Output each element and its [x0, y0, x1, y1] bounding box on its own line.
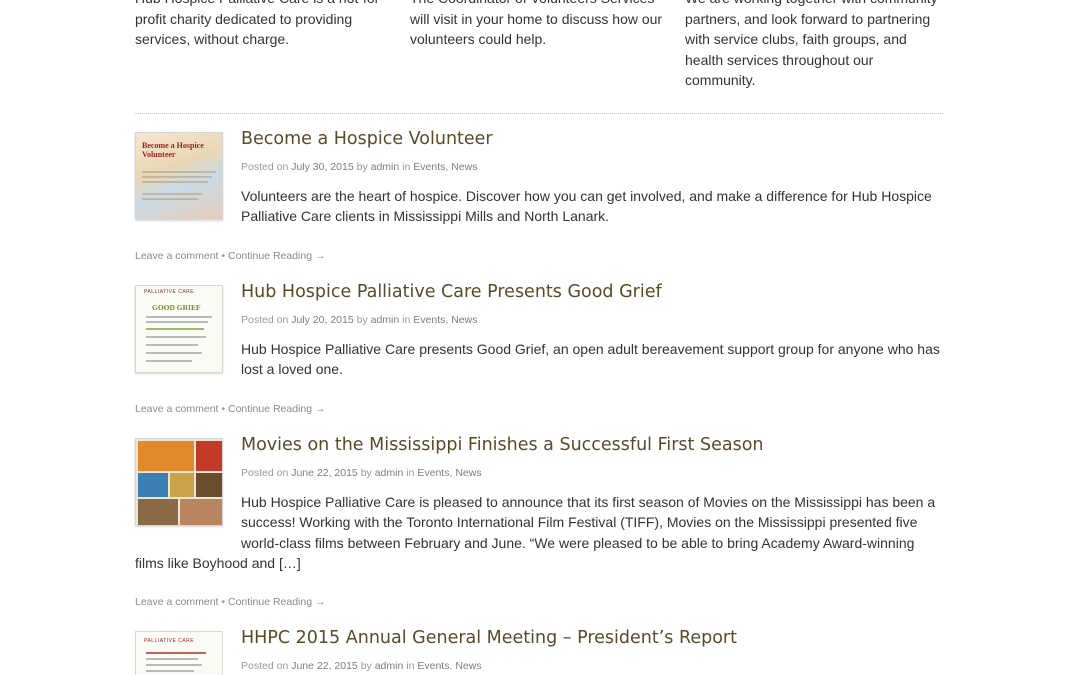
post-title-link[interactable]: Movies on the Mississippi Finishes a Suc… — [241, 435, 764, 455]
thumbnail-text-line — [142, 176, 212, 178]
thumbnail-text-line — [146, 652, 206, 654]
thumbnail-header: PALLIATIVE CARE — [144, 289, 195, 295]
continue-reading-link[interactable]: Continue Reading → — [228, 596, 325, 608]
leave-comment-link[interactable]: Leave a comment — [135, 403, 218, 415]
intro-column-3-text: We are working together with community p… — [685, 0, 938, 88]
page: Hub Hospice Palliative Care is a not-for… — [0, 0, 1080, 675]
post-footer: Leave a comment • Continue Reading → — [135, 250, 325, 262]
thumbnail-text-line — [146, 321, 208, 323]
thumbnail-text-line — [146, 336, 206, 338]
post-date-link[interactable]: June 22, 2015 — [291, 660, 358, 672]
post-footer: Leave a comment • Continue Reading → — [135, 403, 325, 415]
in-label: in — [406, 467, 415, 479]
post-meta: Posted on July 20, 2015 by admin in Even… — [241, 314, 478, 326]
thumbnail-text-line — [142, 171, 216, 173]
post-meta: Posted on June 22, 2015 by admin in Even… — [241, 467, 482, 479]
post-date-link[interactable]: July 20, 2015 — [291, 314, 353, 326]
category-link-news[interactable]: News — [455, 660, 481, 672]
post-date-link[interactable]: July 30, 2015 — [291, 161, 353, 173]
thumbnail-caption: Become a Hospice Volunteer — [142, 141, 204, 159]
posted-on-label: Posted on — [241, 161, 289, 173]
post-excerpt-text: Volunteers are the heart of hospice. Dis… — [241, 188, 932, 225]
by-label: by — [360, 660, 372, 672]
thumbnail-text-line — [146, 316, 212, 318]
in-label: in — [406, 660, 415, 672]
category-link-events[interactable]: Events — [417, 660, 449, 672]
section-divider — [135, 113, 943, 114]
post-meta: Posted on June 22, 2015 by admin in Even… — [241, 660, 482, 672]
thumbnail-poster-block — [196, 441, 222, 471]
intro-column-2: The Coordinator of Volunteers Services w… — [410, 0, 672, 50]
posted-on-label: Posted on — [241, 467, 289, 479]
category-link-events[interactable]: Events — [413, 161, 445, 173]
post-excerpt-text: Hub Hospice Palliative Care presents Goo… — [241, 341, 940, 378]
intro-column-2-text: The Coordinator of Volunteers Services w… — [410, 0, 663, 47]
intro-column-3: We are working together with community p… — [685, 0, 947, 91]
separator: • — [221, 250, 226, 262]
post-thumbnail[interactable]: PALLIATIVE CARE — [135, 631, 223, 675]
post-title-link[interactable]: Become a Hospice Volunteer — [241, 129, 493, 149]
thumbnail-text-line — [142, 181, 208, 183]
in-label: in — [402, 161, 411, 173]
intro-column-1-text: Hub Hospice Palliative Care is a not-for… — [135, 0, 384, 47]
thumbnail-text-line — [146, 670, 194, 672]
by-label: by — [356, 161, 368, 173]
posted-on-label: Posted on — [241, 314, 289, 326]
category-link-events[interactable]: Events — [417, 467, 449, 479]
category-link-news[interactable]: News — [451, 314, 477, 326]
post-excerpt: Hub Hospice Palliative Care is pleased t… — [135, 492, 943, 573]
author-link[interactable]: admin — [375, 660, 404, 672]
thumbnail-text-line — [146, 664, 202, 666]
by-label: by — [356, 314, 368, 326]
leave-comment-link[interactable]: Leave a comment — [135, 250, 218, 262]
category-link-news[interactable]: News — [451, 161, 477, 173]
post-title-link[interactable]: HHPC 2015 Annual General Meeting – Presi… — [241, 628, 737, 648]
post-excerpt: Volunteers are the heart of hospice. Dis… — [135, 186, 943, 227]
author-link[interactable]: admin — [375, 467, 404, 479]
in-label: in — [402, 314, 411, 326]
thumbnail-caption: GOOD GRIEF — [152, 303, 201, 312]
by-label: by — [360, 467, 372, 479]
thumbnail-text-line — [146, 328, 204, 330]
category-link-events[interactable]: Events — [413, 314, 445, 326]
post-date-link[interactable]: June 22, 2015 — [291, 467, 358, 479]
post-footer: Leave a comment • Continue Reading → — [135, 596, 325, 608]
author-link[interactable]: admin — [371, 161, 400, 173]
separator: • — [221, 403, 226, 415]
thumbnail-poster-block — [138, 441, 194, 471]
post-excerpt: Hub Hospice Palliative Care presents Goo… — [135, 339, 943, 380]
post-title-link[interactable]: Hub Hospice Palliative Care Presents Goo… — [241, 282, 662, 302]
post-meta: Posted on July 30, 2015 by admin in Even… — [241, 161, 478, 173]
thumbnail-header: PALLIATIVE CARE — [144, 638, 195, 644]
thumbnail-text-line — [146, 658, 198, 660]
leave-comment-link[interactable]: Leave a comment — [135, 596, 218, 608]
continue-reading-link[interactable]: Continue Reading → — [228, 403, 325, 415]
category-link-news[interactable]: News — [455, 467, 481, 479]
intro-column-1: Hub Hospice Palliative Care is a not-for… — [135, 0, 397, 50]
post-excerpt-text: Hub Hospice Palliative Care is pleased t… — [135, 494, 936, 571]
author-link[interactable]: admin — [371, 314, 400, 326]
continue-reading-link[interactable]: Continue Reading → — [228, 250, 325, 262]
posted-on-label: Posted on — [241, 660, 289, 672]
separator: • — [221, 596, 226, 608]
